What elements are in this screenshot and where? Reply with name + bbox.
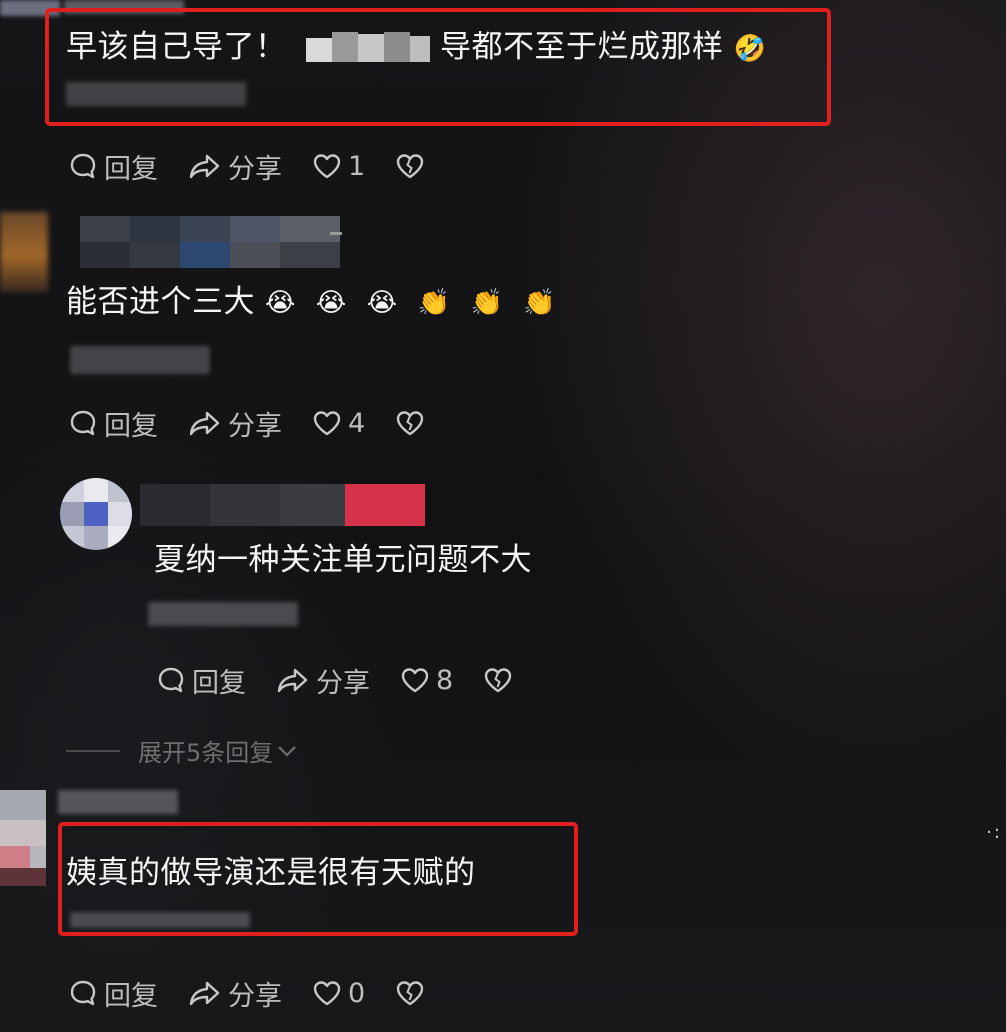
share-button[interactable]: 分享 xyxy=(188,404,282,443)
meta-blurred xyxy=(70,346,210,374)
dislike-button[interactable] xyxy=(395,979,431,1007)
more-icon[interactable]: ·: xyxy=(986,822,1002,843)
like-button[interactable]: 1 xyxy=(312,151,365,182)
share-icon xyxy=(189,154,220,179)
emoji-clap: 👏 xyxy=(523,287,557,318)
share-button[interactable]: 分享 xyxy=(188,147,282,186)
avatar[interactable] xyxy=(60,478,132,550)
like-count: 0 xyxy=(348,977,366,1009)
heart-icon xyxy=(401,668,429,693)
comment-text: 能否进个三大 😭 😭 😭 👏 👏 👏 xyxy=(66,284,557,320)
highlight-box xyxy=(58,822,578,936)
dislike-button[interactable] xyxy=(395,152,431,180)
comment-icon xyxy=(70,980,96,1006)
reply-button[interactable]: 回复 xyxy=(68,404,158,443)
blur-artifact xyxy=(330,232,342,235)
username-censored[interactable] xyxy=(140,484,425,526)
comment-actions: 回复 分享 4 xyxy=(68,407,461,442)
emoji-crying: 😭 xyxy=(366,287,398,318)
broken-heart-icon xyxy=(484,668,512,693)
dislike-button[interactable] xyxy=(483,666,519,694)
share-button[interactable]: 分享 xyxy=(188,974,282,1013)
expand-replies[interactable]: 展开5条回复 xyxy=(66,733,297,768)
emoji-group: 😭 😭 😭 👏 👏 👏 xyxy=(265,290,556,316)
comment-text: 夏纳一种关注单元问题不大 xyxy=(154,542,532,578)
share-icon xyxy=(277,668,308,693)
share-button[interactable]: 分享 xyxy=(276,661,370,700)
comment-actions: 回复 分享 1 xyxy=(68,150,461,185)
heart-icon xyxy=(313,981,341,1006)
dislike-button[interactable] xyxy=(395,409,431,437)
comment-icon xyxy=(70,153,96,179)
broken-heart-icon xyxy=(396,411,424,436)
heart-icon xyxy=(313,154,341,179)
meta-blurred xyxy=(148,602,298,626)
emoji-clap: 👏 xyxy=(470,287,504,318)
reply-button[interactable]: 回复 xyxy=(68,974,158,1013)
username-censored[interactable] xyxy=(80,216,340,268)
share-icon xyxy=(189,981,220,1006)
comment-icon xyxy=(70,410,96,436)
like-count: 8 xyxy=(436,664,454,696)
broken-heart-icon xyxy=(396,981,424,1006)
username-blurred[interactable] xyxy=(58,790,178,814)
like-count: 4 xyxy=(348,407,366,439)
reply-button[interactable]: 回复 xyxy=(68,147,158,186)
broken-heart-icon xyxy=(396,154,424,179)
avatar[interactable] xyxy=(0,790,46,886)
heart-icon xyxy=(313,411,341,436)
comments-screenshot: 早该自己导了！ 导都不至于烂成那样 🤣 回复 分享 1 能否进个三大 😭 😭 😭… xyxy=(0,0,1006,1032)
emoji-clap: 👏 xyxy=(417,287,451,318)
avatar[interactable] xyxy=(0,212,48,292)
divider-line xyxy=(66,749,120,752)
reply-button[interactable]: 回复 xyxy=(156,661,246,700)
emoji-crying: 😭 xyxy=(315,287,347,318)
comment-actions: 回复 分享 8 xyxy=(156,664,549,699)
chevron-down-icon xyxy=(278,745,297,757)
expand-replies-label: 展开5条回复 xyxy=(138,739,274,767)
like-button[interactable]: 8 xyxy=(400,665,453,696)
highlight-box xyxy=(45,8,831,126)
like-button[interactable]: 4 xyxy=(312,408,365,439)
like-button[interactable]: 0 xyxy=(312,978,365,1009)
emoji-crying: 😭 xyxy=(265,287,296,318)
comment-actions: 回复 分享 0 xyxy=(68,977,461,1012)
share-icon xyxy=(189,411,220,436)
like-count: 1 xyxy=(348,150,366,182)
comment-icon xyxy=(158,667,184,693)
